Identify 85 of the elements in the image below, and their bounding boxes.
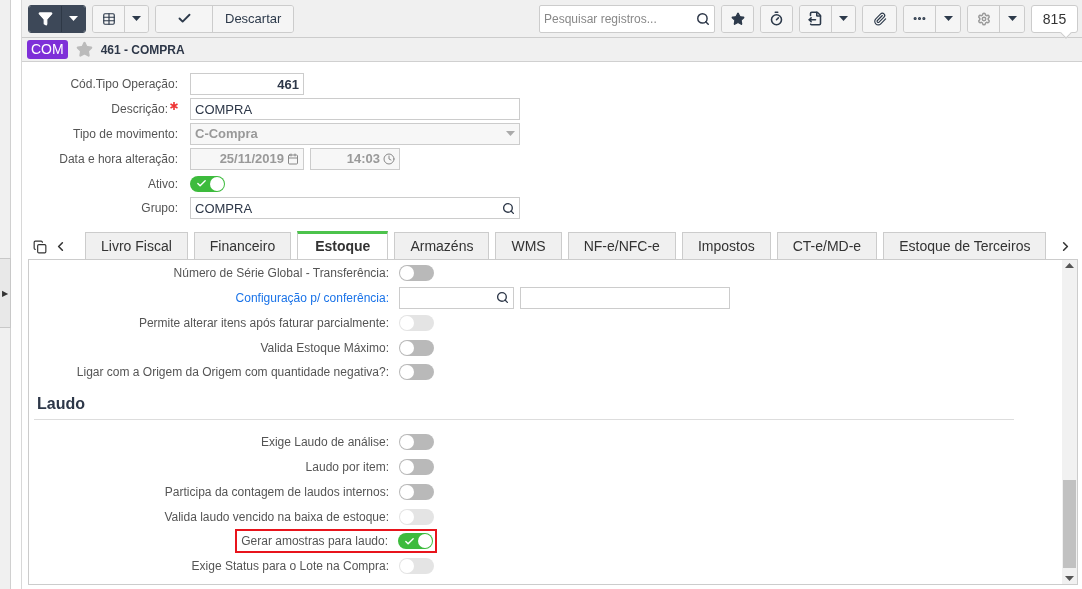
- search-field[interactable]: Pesquisar registros...: [539, 4, 715, 33]
- field-label: Número de Série Global - Transferência:: [173, 266, 389, 281]
- toggle-switch[interactable]: [399, 364, 434, 381]
- save-button[interactable]: [156, 5, 213, 32]
- tab[interactable]: Armazéns: [394, 231, 490, 259]
- toggle-switch[interactable]: [399, 265, 434, 282]
- settings-icon: [976, 11, 991, 26]
- section-title: Laudo: [36, 393, 86, 414]
- field-label: Grupo:: [141, 201, 178, 216]
- field-label: Exige Laudo de análise:: [260, 435, 389, 450]
- attach-button[interactable]: [863, 5, 896, 32]
- caret-icon: [132, 16, 141, 21]
- discard-button[interactable]: Descartar: [213, 5, 294, 32]
- field-label: Exige Status para o Lote na Compra:: [191, 559, 389, 574]
- tab[interactable]: CT-e/MD-e: [776, 231, 878, 259]
- group-lookup-field[interactable]: COMPRA: [190, 197, 520, 220]
- file-export-icon: [808, 11, 823, 26]
- field-label: Cód.Tipo Operação:: [70, 77, 178, 92]
- tab[interactable]: Estoque de Terceiros: [883, 231, 1047, 259]
- record-badge: COM: [27, 40, 68, 59]
- field-label: Participa da contagem de laudos internos:: [164, 484, 389, 499]
- lookup-field[interactable]: [399, 286, 514, 309]
- copy-icon: [33, 239, 47, 254]
- description-field[interactable]: [520, 286, 730, 309]
- search-icon: [502, 201, 515, 215]
- field-label: Valida Estoque Máximo:: [260, 340, 389, 355]
- search-icon: [496, 291, 509, 305]
- scrollbar[interactable]: [1062, 259, 1077, 584]
- export-button[interactable]: [800, 5, 832, 32]
- field-label: Valida laudo vencido na baixa de estoque:: [164, 509, 389, 524]
- up-arrow-icon[interactable]: [1065, 262, 1074, 268]
- field-label: Gerar amostras para laudo:: [241, 534, 388, 549]
- filter-button[interactable]: [29, 5, 62, 32]
- caret-icon: [943, 16, 953, 21]
- more-button[interactable]: [904, 5, 936, 32]
- tab[interactable]: NF-e/NFC-e: [567, 231, 676, 259]
- down-arrow-icon[interactable]: [1065, 576, 1074, 581]
- settings-menu-button[interactable]: [1000, 5, 1024, 32]
- field-label: Tipo de movimento:: [73, 127, 178, 141]
- grid-view-button[interactable]: [93, 5, 125, 32]
- caret-icon: [506, 131, 515, 137]
- field-label: Ativo:: [148, 176, 178, 191]
- record-count: 815: [1031, 4, 1078, 33]
- filter-menu-button[interactable]: [62, 5, 85, 32]
- tab[interactable]: Financeiro: [193, 231, 292, 259]
- toggle-switch[interactable]: [190, 175, 225, 192]
- description-field[interactable]: COMPRA: [190, 98, 520, 121]
- field-label: Laudo por item:: [305, 459, 389, 474]
- toggle-switch[interactable]: [399, 483, 434, 500]
- toggle-switch[interactable]: [399, 434, 434, 451]
- caret-icon: [1007, 16, 1017, 21]
- field-link[interactable]: Configuração p/ conferência:: [235, 290, 389, 305]
- toggle-switch[interactable]: [399, 339, 434, 356]
- search-icon[interactable]: [696, 11, 710, 26]
- stopwatch-icon: [769, 11, 784, 26]
- check-icon: [176, 11, 192, 26]
- caret-icon: [839, 16, 848, 21]
- tab[interactable]: Estoque: [297, 230, 389, 259]
- paperclip-icon: [872, 11, 887, 26]
- view-menu-button[interactable]: [125, 5, 148, 32]
- clock-icon: [383, 152, 395, 165]
- tab[interactable]: WMS: [495, 231, 562, 259]
- tab[interactable]: Livro Fiscal: [85, 231, 188, 259]
- tab[interactable]: Impostos: [681, 231, 771, 259]
- calendar-icon: [287, 152, 299, 165]
- grid-icon: [101, 11, 116, 26]
- toggle-switch[interactable]: [399, 458, 434, 475]
- favorite-button[interactable]: [722, 5, 753, 32]
- star-icon[interactable]: [75, 41, 93, 58]
- caret-icon: [69, 16, 78, 21]
- code-field[interactable]: 461: [190, 73, 304, 96]
- more-menu-button[interactable]: [936, 5, 960, 32]
- field-label: Descrição:: [111, 102, 168, 117]
- timer-button[interactable]: [761, 5, 792, 32]
- field-label: Data e hora alteração:: [59, 151, 178, 166]
- sidebar-toggle[interactable]: ▶: [0, 258, 11, 328]
- record-title: 461 - COMPRA: [100, 42, 185, 57]
- check-icon: [404, 535, 415, 547]
- toggle-switch[interactable]: [398, 533, 433, 550]
- field-label: Permite alterar itens após faturar parcialmente:: [138, 315, 389, 330]
- scrollbar-thumb[interactable]: [1063, 480, 1076, 568]
- filter-icon: [37, 11, 53, 26]
- export-menu-button[interactable]: [832, 5, 855, 32]
- star-icon: [730, 11, 745, 26]
- field-label: Ligar com a Origem da Origem com quantidade negativa?:: [76, 365, 389, 380]
